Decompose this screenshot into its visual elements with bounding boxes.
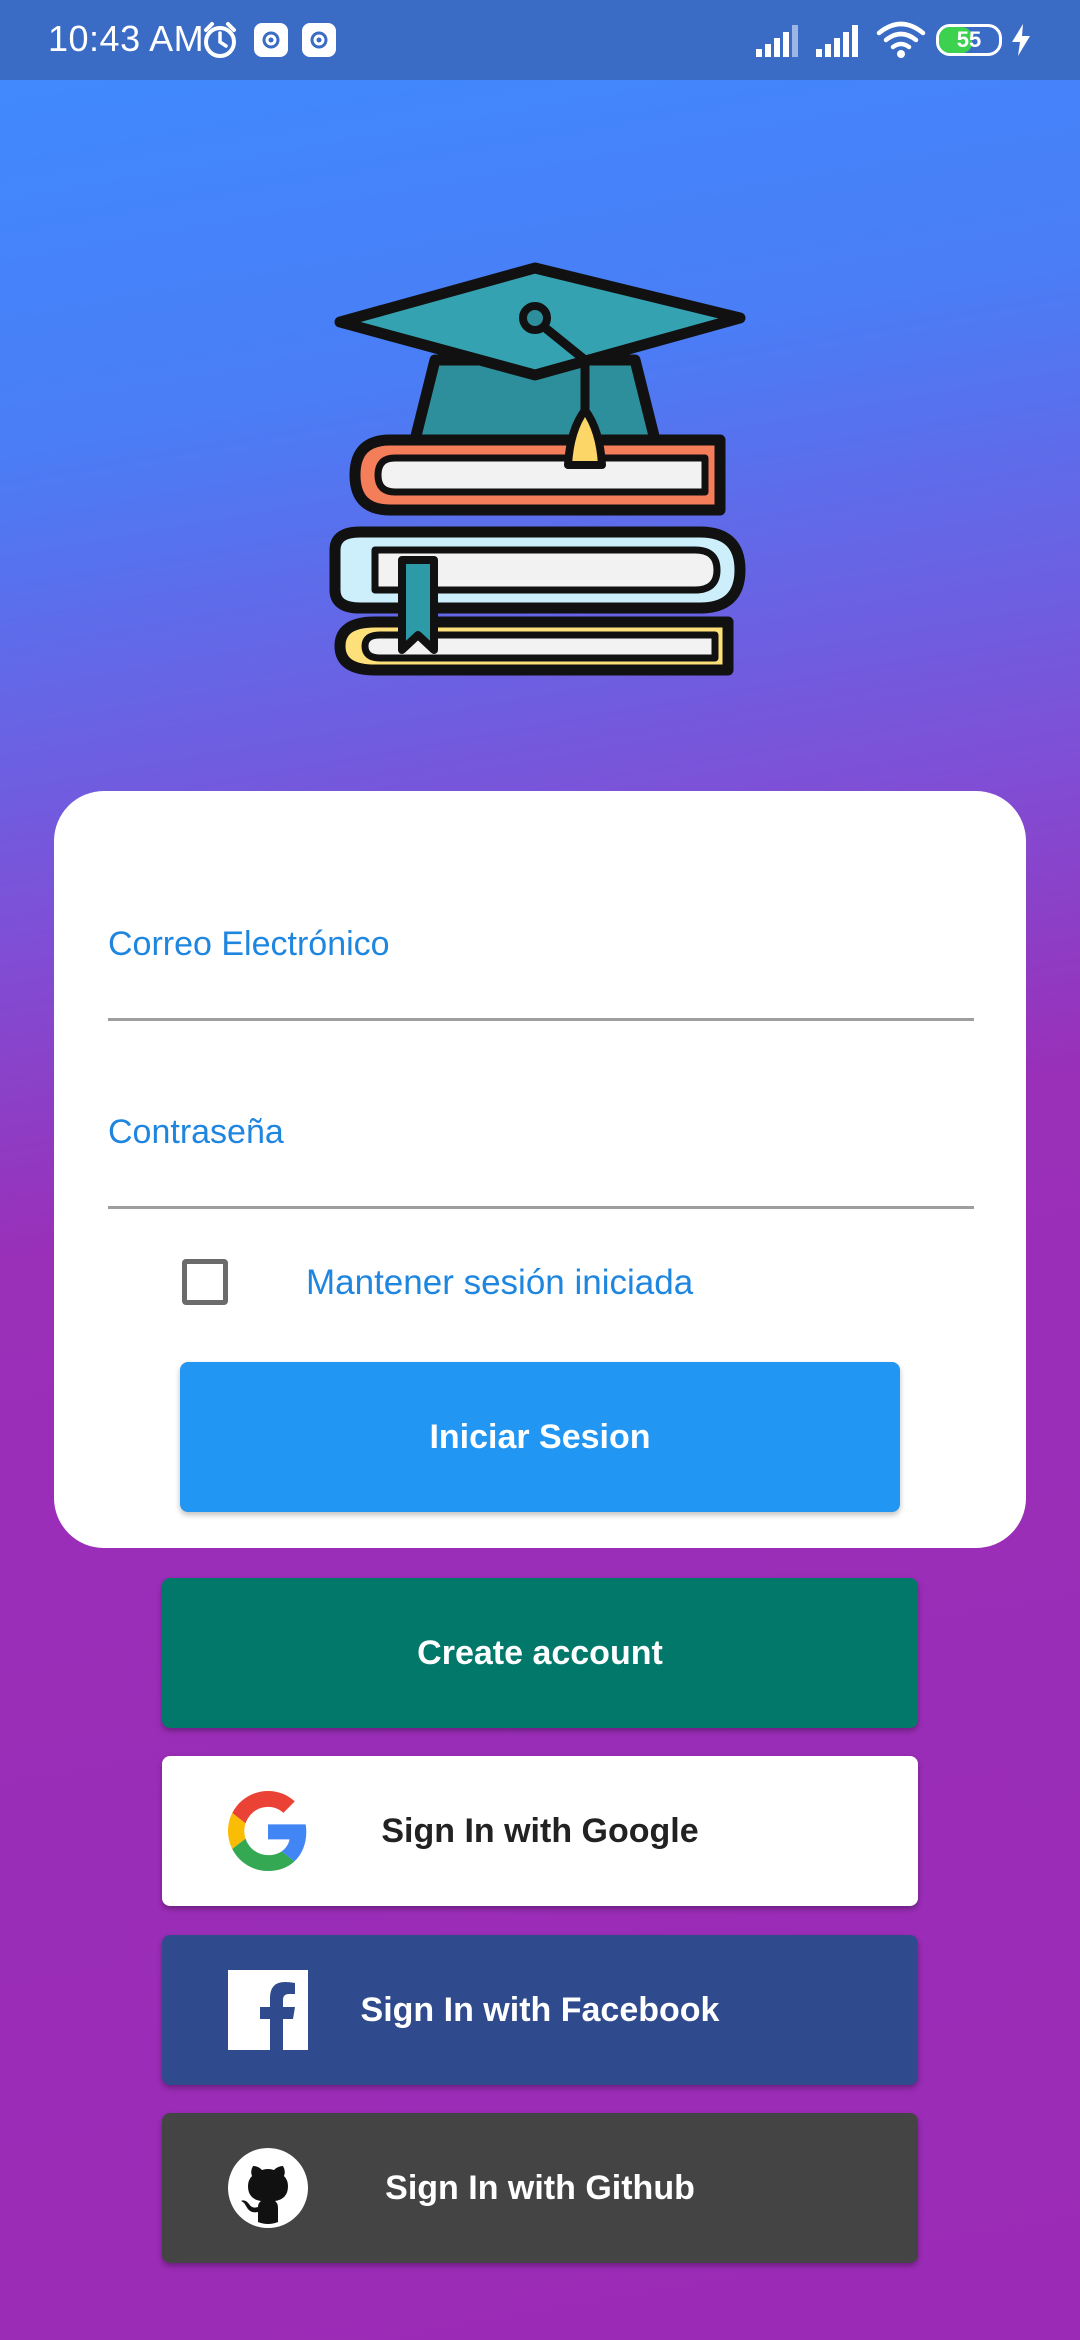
google-signin-label: Sign In with Google (381, 1811, 699, 1850)
cell-signal-icon (816, 18, 866, 62)
password-underline (108, 1206, 974, 1209)
login-button[interactable]: Iniciar Sesion (180, 1362, 900, 1512)
login-card: Correo Electrónico Contraseña Mantener s… (54, 791, 1026, 1548)
battery-level: 55 (956, 27, 982, 52)
wifi-icon (876, 18, 926, 62)
status-time: 10:43 AM (48, 18, 205, 59)
password-field[interactable]: Contraseña (108, 1073, 974, 1213)
email-underline (108, 1018, 974, 1021)
github-signin-button[interactable]: Sign In with Github (162, 2113, 918, 2263)
password-label: Contraseña (108, 1113, 284, 1151)
github-signin-label: Sign In with Github (385, 2168, 695, 2207)
email-label: Correo Electrónico (108, 925, 390, 963)
create-account-button[interactable]: Create account (162, 1578, 918, 1728)
google-signin-button[interactable]: Sign In with Google (162, 1756, 918, 1906)
graduation-cap-books-icon (320, 260, 760, 710)
charging-icon (1010, 18, 1032, 62)
login-button-label: Iniciar Sesion (429, 1417, 651, 1456)
settings-notification-icon (254, 18, 288, 62)
facebook-signin-label: Sign In with Facebook (360, 1990, 720, 2029)
remember-label[interactable]: Mantener sesión iniciada (306, 1263, 693, 1303)
email-field[interactable]: Correo Electrónico (108, 883, 974, 1023)
status-bar: 10:43 AM 55 (0, 0, 1080, 80)
remember-checkbox[interactable] (182, 1259, 228, 1305)
facebook-signin-button[interactable]: Sign In with Facebook (162, 1935, 918, 2085)
settings-notification-icon (302, 18, 336, 62)
battery-icon: 55 (936, 24, 1002, 56)
cell-signal-icon (756, 18, 806, 62)
create-account-label: Create account (417, 1633, 663, 1672)
alarm-icon (200, 18, 240, 62)
